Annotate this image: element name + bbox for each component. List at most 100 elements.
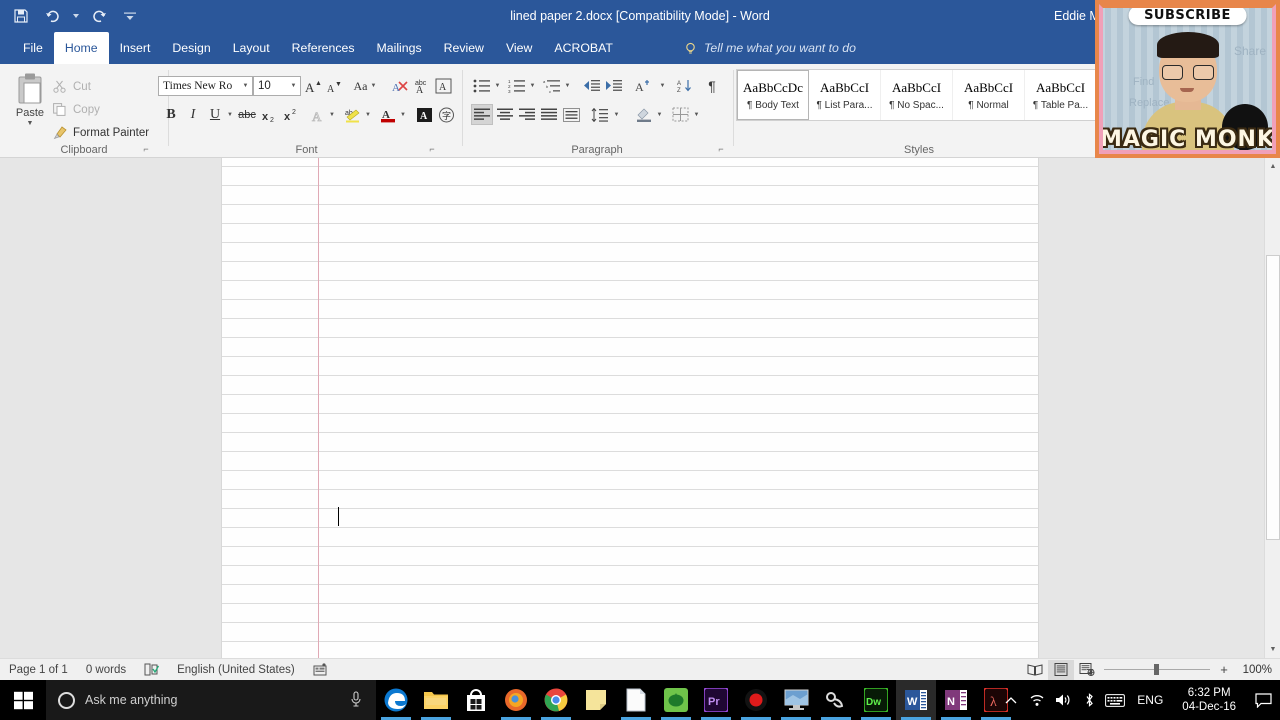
show-hide-marks-icon[interactable]: ¶ (702, 75, 722, 96)
align-center-button[interactable] (494, 104, 516, 125)
numbering-dropdown-icon[interactable]: ▼ (527, 75, 538, 96)
grow-font-icon[interactable]: A ▲ (303, 75, 323, 97)
styles-gallery[interactable]: AaBbCcDc ¶ Body Text AaBbCcI ¶ List Para… (736, 69, 1098, 121)
start-button[interactable] (0, 680, 46, 720)
paste-dropdown-icon[interactable]: ▼ (27, 120, 34, 127)
multilevel-dropdown-icon[interactable]: ▼ (562, 75, 573, 96)
zoom-out-button[interactable]: − (1083, 662, 1097, 677)
decrease-indent-icon[interactable] (581, 75, 603, 96)
taskbar-app-sticky-notes[interactable] (576, 680, 616, 720)
taskbar-app-recorder[interactable] (736, 680, 776, 720)
style-item-list-paragraph[interactable]: AaBbCcI ¶ List Para... (809, 70, 881, 120)
proofing-errors-icon[interactable] (135, 663, 168, 676)
word-count[interactable]: 0 words (77, 664, 135, 676)
strikethrough-button[interactable]: abc (235, 104, 259, 126)
bullets-icon[interactable] (471, 75, 493, 96)
increase-indent-icon[interactable] (603, 75, 625, 96)
cut-button[interactable]: Cut (50, 76, 91, 97)
copy-button[interactable]: Copy (50, 99, 100, 120)
shading-icon[interactable] (633, 104, 655, 125)
tab-acrobat[interactable]: ACROBAT (543, 32, 624, 64)
character-shading-icon[interactable]: A (413, 104, 435, 126)
speaker-icon[interactable] (1050, 680, 1076, 720)
customize-qat-icon[interactable] (119, 5, 141, 27)
touch-keyboard-icon[interactable] (1102, 680, 1128, 720)
tab-file[interactable]: File (12, 32, 54, 64)
shading-dropdown-icon[interactable]: ▼ (654, 104, 665, 125)
subscript-button[interactable]: x2 (259, 104, 281, 126)
tell-me-box[interactable]: Tell me what you want to do (684, 32, 856, 64)
zoom-in-button[interactable]: + (1217, 662, 1231, 677)
taskbar-app-premiere-pro[interactable]: Pr (696, 680, 736, 720)
taskbar-app-file-explorer[interactable] (416, 680, 456, 720)
zoom-slider-handle[interactable] (1154, 664, 1159, 675)
macro-record-icon[interactable] (304, 663, 336, 676)
italic-button[interactable]: I (182, 104, 204, 126)
zoom-level[interactable]: 100% (1238, 664, 1272, 676)
taskbar-app-dreamweaver[interactable]: Dw (856, 680, 896, 720)
undo-dropdown-icon[interactable] (72, 5, 79, 27)
scrollbar-thumb[interactable] (1266, 255, 1280, 540)
taskbar-app-firefox[interactable] (496, 680, 536, 720)
cortana-search-box[interactable]: Ask me anything (46, 680, 376, 720)
font-color-icon[interactable]: A (377, 104, 399, 126)
show-hidden-icons-button[interactable] (998, 680, 1024, 720)
enclose-characters-icon[interactable]: 字 (435, 104, 457, 126)
wifi-icon[interactable] (1024, 680, 1050, 720)
style-item-normal[interactable]: AaBbCcI ¶ Normal (953, 70, 1025, 120)
tab-design[interactable]: Design (161, 32, 221, 64)
bullets-dropdown-icon[interactable]: ▼ (492, 75, 503, 96)
borders-dropdown-icon[interactable]: ▼ (691, 104, 702, 125)
document-page[interactable] (222, 158, 1038, 658)
paragraph-dialog-launcher[interactable]: ⌐ (715, 143, 727, 155)
borders-icon[interactable] (669, 104, 691, 125)
font-name-dropdown-icon[interactable]: ▼ (239, 83, 252, 89)
tab-review[interactable]: Review (433, 32, 495, 64)
paste-button[interactable]: Paste ▼ (8, 70, 52, 136)
numbering-icon[interactable]: 123 (506, 75, 528, 96)
zoom-slider[interactable] (1104, 664, 1210, 675)
align-left-button[interactable] (471, 104, 493, 125)
text-effects-icon[interactable]: A (308, 104, 328, 126)
tab-view[interactable]: View (495, 32, 543, 64)
print-layout-button[interactable] (1048, 659, 1074, 680)
clear-formatting-icon[interactable]: A (391, 75, 411, 97)
redo-icon[interactable] (88, 5, 110, 27)
subscribe-badge[interactable]: SUBSCRIBE (1128, 6, 1247, 25)
vertical-scrollbar[interactable]: ▲ ▼ (1264, 158, 1280, 658)
tab-references[interactable]: References (281, 32, 366, 64)
tab-insert[interactable]: Insert (109, 32, 162, 64)
style-item-no-spacing[interactable]: AaBbCcI ¶ No Spac... (881, 70, 953, 120)
distributed-button[interactable] (560, 104, 582, 125)
taskbar-app-store[interactable] (456, 680, 496, 720)
tab-mailings[interactable]: Mailings (366, 32, 433, 64)
character-border-icon[interactable]: A (433, 75, 453, 97)
bluetooth-icon[interactable] (1076, 680, 1102, 720)
taskbar-app-edge[interactable] (376, 680, 416, 720)
tab-home[interactable]: Home (53, 32, 109, 64)
multilevel-list-icon[interactable]: abc (541, 75, 563, 96)
style-item-table-paragraph[interactable]: AaBbCcI ¶ Table Pa... (1025, 70, 1097, 120)
font-size-dropdown-icon[interactable]: ▼ (287, 83, 300, 89)
taskbar-app-notepad[interactable] (616, 680, 656, 720)
language-indicator[interactable]: English (United States) (168, 664, 304, 676)
align-right-button[interactable] (516, 104, 538, 125)
change-case-icon[interactable]: Aa ▼ (351, 75, 379, 97)
text-effects-dropdown-icon[interactable]: ▼ (326, 104, 338, 126)
microphone-icon[interactable] (350, 690, 364, 710)
bold-button[interactable]: B (160, 104, 182, 126)
tab-layout[interactable]: Layout (222, 32, 281, 64)
page-indicator[interactable]: Page 1 of 1 (0, 664, 77, 676)
font-size-combo[interactable]: 10 ▼ (253, 76, 301, 96)
superscript-button[interactable]: x2 (281, 104, 303, 126)
font-name-combo[interactable]: Times New Ro ▼ (158, 76, 253, 96)
action-center-button[interactable] (1246, 680, 1280, 720)
highlight-dropdown-icon[interactable]: ▼ (362, 104, 374, 126)
justify-button[interactable] (538, 104, 560, 125)
scroll-down-button[interactable]: ▼ (1265, 641, 1280, 658)
phonetic-guide-icon[interactable]: abc A (412, 75, 432, 97)
clock[interactable]: 6:32 PM 04-Dec-16 (1172, 686, 1246, 714)
format-painter-button[interactable]: Format Painter (50, 122, 149, 143)
taskbar-app-snagit[interactable] (816, 680, 856, 720)
font-color-dropdown-icon[interactable]: ▼ (397, 104, 409, 126)
